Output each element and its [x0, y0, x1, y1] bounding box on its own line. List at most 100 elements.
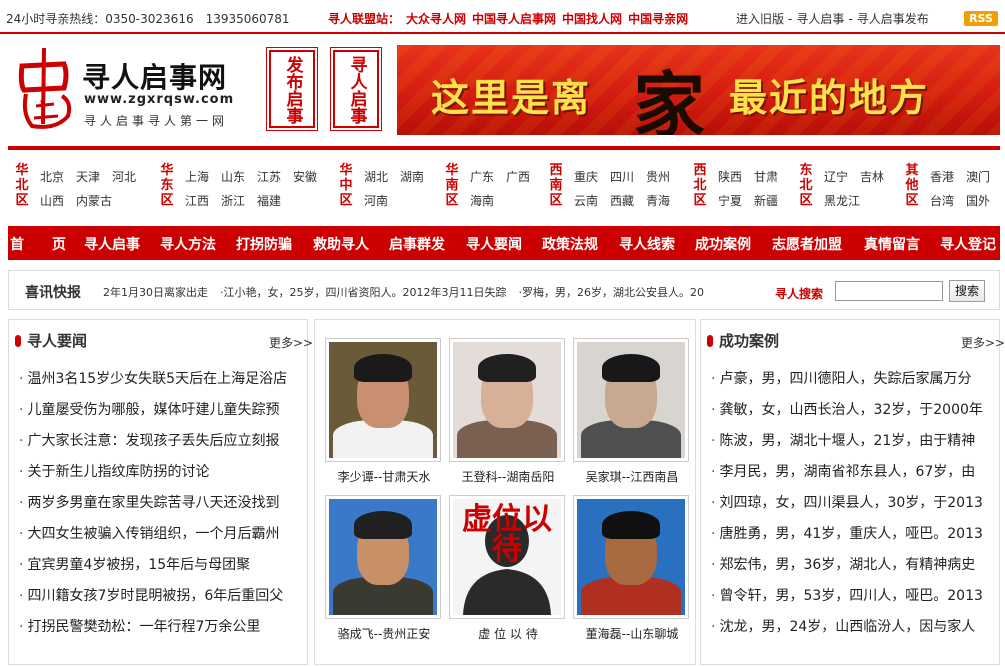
news-item[interactable]: 打拐民警樊劲松：一年行程7万余公里: [19, 616, 309, 647]
publish-link[interactable]: 寻人启事发布: [857, 12, 929, 26]
nav-volunteer[interactable]: 志愿者加盟: [772, 234, 842, 254]
city-link[interactable]: 广西: [506, 168, 530, 185]
person-card[interactable]: 王登科--湖南岳阳: [449, 338, 567, 490]
case-item[interactable]: 陈波，男，湖北十堰人，21岁，由于精神: [711, 430, 1001, 461]
union-link[interactable]: 中国寻亲网: [628, 12, 688, 26]
case-item[interactable]: 李月民，男，湖南省祁东县人，67岁，由: [711, 461, 1001, 492]
nav-methods[interactable]: 寻人方法: [160, 234, 216, 254]
search-button[interactable]: 搜索: [949, 280, 985, 302]
nav-cases[interactable]: 成功案例: [695, 234, 751, 254]
city-link[interactable]: 海南: [470, 192, 494, 209]
city-link[interactable]: 安徽: [293, 168, 317, 185]
search-input[interactable]: [835, 281, 943, 301]
city-link[interactable]: 辽宁: [824, 168, 848, 185]
city-link[interactable]: 广东: [470, 168, 494, 185]
union-link[interactable]: 中国找人网: [562, 12, 622, 26]
city-link[interactable]: 内蒙古: [76, 192, 112, 209]
ticker-item[interactable]: 2年1月30日离家出走: [103, 286, 208, 299]
news-item[interactable]: 关于新生儿指纹库防拐的讨论: [19, 461, 309, 492]
city-link[interactable]: 湖南: [400, 168, 424, 185]
city-link[interactable]: 湖北: [364, 168, 388, 185]
city-link[interactable]: 福建: [257, 192, 281, 209]
person-card[interactable]: 李少谭--甘肃天水: [325, 338, 443, 490]
placeholder-caption[interactable]: 虚 位 以 待: [449, 625, 567, 642]
city-link[interactable]: 云南: [574, 192, 598, 209]
news-item[interactable]: 大四女生被骗入传销组织，一个月后霸州: [19, 523, 309, 554]
nav-rescue[interactable]: 救助寻人: [313, 234, 369, 254]
city-link[interactable]: 香港: [930, 168, 954, 185]
nav-news[interactable]: 寻人要闻: [466, 234, 522, 254]
city-link[interactable]: 江苏: [257, 168, 281, 185]
city-link[interactable]: 北京: [40, 168, 64, 185]
person-photo[interactable]: [329, 342, 437, 458]
person-caption[interactable]: 吴家琪--江西南昌: [573, 468, 691, 485]
person-card[interactable]: 骆成飞--贵州正安: [325, 495, 443, 647]
news-item[interactable]: 广大家长注意：发现孩子丢失后应立刻报: [19, 430, 309, 461]
news-item[interactable]: 儿童屡受伤为哪般，媒体吁建儿童失踪预: [19, 399, 309, 430]
person-caption[interactable]: 王登科--湖南岳阳: [449, 468, 567, 485]
person-photo[interactable]: [577, 342, 685, 458]
person-card[interactable]: 董海磊--山东聊城: [573, 495, 691, 647]
old-version-link[interactable]: 进入旧版: [736, 12, 784, 26]
person-caption[interactable]: 董海磊--山东聊城: [573, 625, 691, 642]
nav-anti-trafficking[interactable]: 打拐防骗: [236, 234, 292, 254]
city-link[interactable]: 甘肃: [754, 168, 778, 185]
search-notice-button[interactable]: 寻人启事: [330, 47, 382, 131]
case-item[interactable]: 曾令轩，男，53岁，四川人，哑巴。2013: [711, 585, 1001, 616]
city-link[interactable]: 贵州: [646, 168, 670, 185]
case-item[interactable]: 唐胜勇，男，41岁，重庆人，哑巴。2013: [711, 523, 1001, 554]
city-link[interactable]: 青海: [646, 192, 670, 209]
news-item[interactable]: 宜宾男童4岁被拐，15年后与母团聚: [19, 554, 309, 585]
city-link[interactable]: 黑龙江: [824, 192, 860, 209]
city-link[interactable]: 吉林: [860, 168, 884, 185]
nav-notices[interactable]: 寻人启事: [84, 234, 140, 254]
nav-messages[interactable]: 真情留言: [864, 234, 920, 254]
case-item[interactable]: 沈龙，男，24岁，山西临汾人，因与家人: [711, 616, 1001, 647]
news-item[interactable]: 两岁多男童在家里失踪苦寻八天还没找到: [19, 492, 309, 523]
city-link[interactable]: 山西: [40, 192, 64, 209]
city-link[interactable]: 国外: [966, 192, 990, 209]
placeholder-card[interactable]: 虚位以待 虚 位 以 待: [449, 495, 567, 647]
city-link[interactable]: 天津: [76, 168, 100, 185]
ticker-item[interactable]: ·罗梅，男，26岁，湖北公安县人。20: [518, 286, 704, 299]
placeholder-photo[interactable]: 虚位以待: [453, 499, 561, 615]
city-link[interactable]: 台湾: [930, 192, 954, 209]
person-photo[interactable]: [577, 499, 685, 615]
nav-broadcast[interactable]: 启事群发: [389, 234, 445, 254]
case-item[interactable]: 郑宏伟，男，36岁，湖北人，有精神病史: [711, 554, 1001, 585]
case-item[interactable]: 卢豪，男，四川德阳人，失踪后家属万分: [711, 368, 1001, 399]
nav-home[interactable]: 首 页: [10, 234, 66, 254]
china-logo-icon[interactable]: [12, 44, 78, 130]
city-link[interactable]: 山东: [221, 168, 245, 185]
news-more-link[interactable]: 更多>>: [269, 334, 313, 351]
person-caption[interactable]: 李少谭--甘肃天水: [325, 468, 443, 485]
city-link[interactable]: 重庆: [574, 168, 598, 185]
city-link[interactable]: 澳门: [966, 168, 990, 185]
city-link[interactable]: 浙江: [221, 192, 245, 209]
rss-button[interactable]: RSS: [964, 11, 998, 26]
city-link[interactable]: 河北: [112, 168, 136, 185]
nav-clues[interactable]: 寻人线索: [619, 234, 675, 254]
notices-link[interactable]: 寻人启事: [796, 12, 844, 26]
news-item[interactable]: 四川籍女孩7岁时昆明被拐，6年后重回父: [19, 585, 309, 616]
city-link[interactable]: 宁夏: [718, 192, 742, 209]
person-photo[interactable]: [329, 499, 437, 615]
union-link[interactable]: 中国寻人启事网: [472, 12, 556, 26]
news-item[interactable]: 温州3名15岁少女失联5天后在上海足浴店: [19, 368, 309, 399]
city-link[interactable]: 上海: [185, 168, 209, 185]
person-photo[interactable]: [453, 342, 561, 458]
nav-register[interactable]: 寻人登记: [940, 234, 996, 254]
case-item[interactable]: 刘四琼，女，四川渠县人，30岁，于2013: [711, 492, 1001, 523]
cases-more-link[interactable]: 更多>>: [961, 334, 1005, 351]
city-link[interactable]: 陕西: [718, 168, 742, 185]
ticker-item[interactable]: ·江小艳，女，25岁，四川省资阳人。2012年3月11日失踪: [220, 286, 506, 299]
union-link[interactable]: 大众寻人网: [406, 12, 466, 26]
person-caption[interactable]: 骆成飞--贵州正安: [325, 625, 443, 642]
city-link[interactable]: 新疆: [754, 192, 778, 209]
publish-notice-button[interactable]: 发布启事: [266, 47, 318, 131]
city-link[interactable]: 河南: [364, 192, 388, 209]
city-link[interactable]: 江西: [185, 192, 209, 209]
person-card[interactable]: 吴家琪--江西南昌: [573, 338, 691, 490]
city-link[interactable]: 西藏: [610, 192, 634, 209]
case-item[interactable]: 龚敏，女，山西长治人，32岁，于2000年: [711, 399, 1001, 430]
